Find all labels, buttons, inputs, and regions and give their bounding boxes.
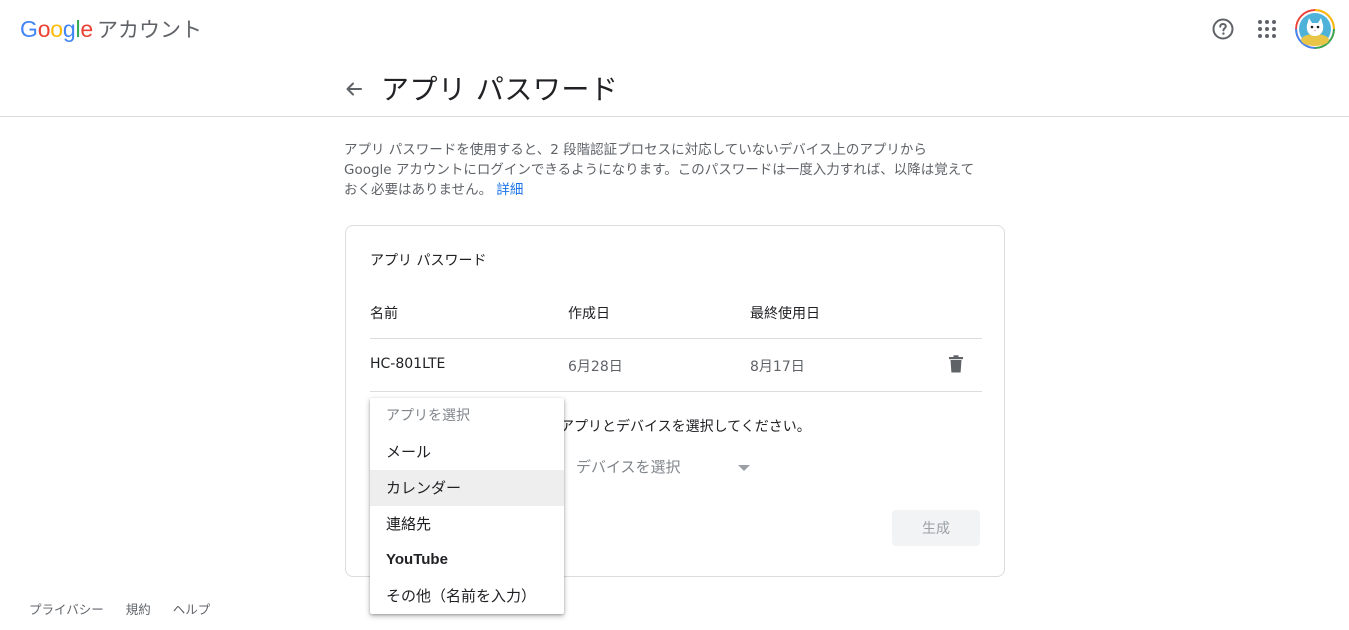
generate-button[interactable]: 生成 [892,510,980,546]
logo-letter: o [50,16,63,42]
menu-item-contacts[interactable]: 連絡先 [370,506,564,542]
device-select[interactable]: デバイスを選択 [576,456,756,484]
product-name: アカウント [97,18,202,42]
description-line: おく必要はありません。 詳細 [344,180,1014,200]
description-text: おく必要はありません。 [344,182,493,198]
top-bar: Google アカウント [0,0,1349,58]
logo-letter: o [37,16,51,42]
account-avatar[interactable] [1295,9,1335,49]
footer-link-terms[interactable]: 規約 [126,599,151,618]
dropdown-caret-icon [738,465,750,471]
device-select-placeholder: デバイスを選択 [576,458,681,476]
page-description: アプリ パスワードを使用すると、2 段階認証プロセスに対応していないデバイス上の… [344,140,1014,200]
footer-link-help[interactable]: ヘルプ [173,599,211,618]
description-line: Google アカウントにログインできるようになります。このパスワードは一度入力… [344,162,975,178]
help-icon[interactable] [1211,17,1235,41]
menu-placeholder: アプリを選択 [386,408,470,424]
divider [370,391,982,392]
logo-letter: G [20,16,38,42]
column-header-last-used: 最終使用日 [750,306,820,322]
card-title: アプリ パスワード [370,253,487,269]
menu-item-calendar[interactable]: カレンダー [370,470,564,506]
column-header-created: 作成日 [568,306,610,322]
page-title: アプリ パスワード [381,73,619,106]
logo-letter: g [62,16,76,42]
trash-icon[interactable] [946,354,966,374]
footer-link-privacy[interactable]: プライバシー [29,599,104,618]
footer: プライバシー 規約 ヘルプ [29,599,210,618]
column-header-name: 名前 [370,306,398,322]
row-app-name: HC-801LTE [370,356,446,372]
divider [370,338,982,339]
apps-grid-icon[interactable] [1257,19,1277,39]
app-select-menu: アプリを選択 メール カレンダー 連絡先 YouTube その他（名前を入力） [370,398,564,614]
row-last-used-date: 8月17日 [750,359,805,375]
row-created-date: 6月28日 [568,359,623,375]
learn-more-link[interactable]: 詳細 [496,182,523,198]
page-header: アプリ パスワード [0,58,1349,117]
menu-item-other[interactable]: その他（名前を入力） [370,578,564,614]
google-account-logo[interactable]: Google アカウント [20,14,202,44]
back-arrow-icon[interactable] [342,77,366,101]
logo-letter: e [80,16,93,42]
menu-item-youtube[interactable]: YouTube [370,542,564,578]
select-instruction: アプリとデバイスを選択してください。 [560,419,811,435]
menu-item-mail[interactable]: メール [370,434,564,470]
description-line: アプリ パスワードを使用すると、2 段階認証プロセスに対応していないデバイス上の… [344,142,927,158]
